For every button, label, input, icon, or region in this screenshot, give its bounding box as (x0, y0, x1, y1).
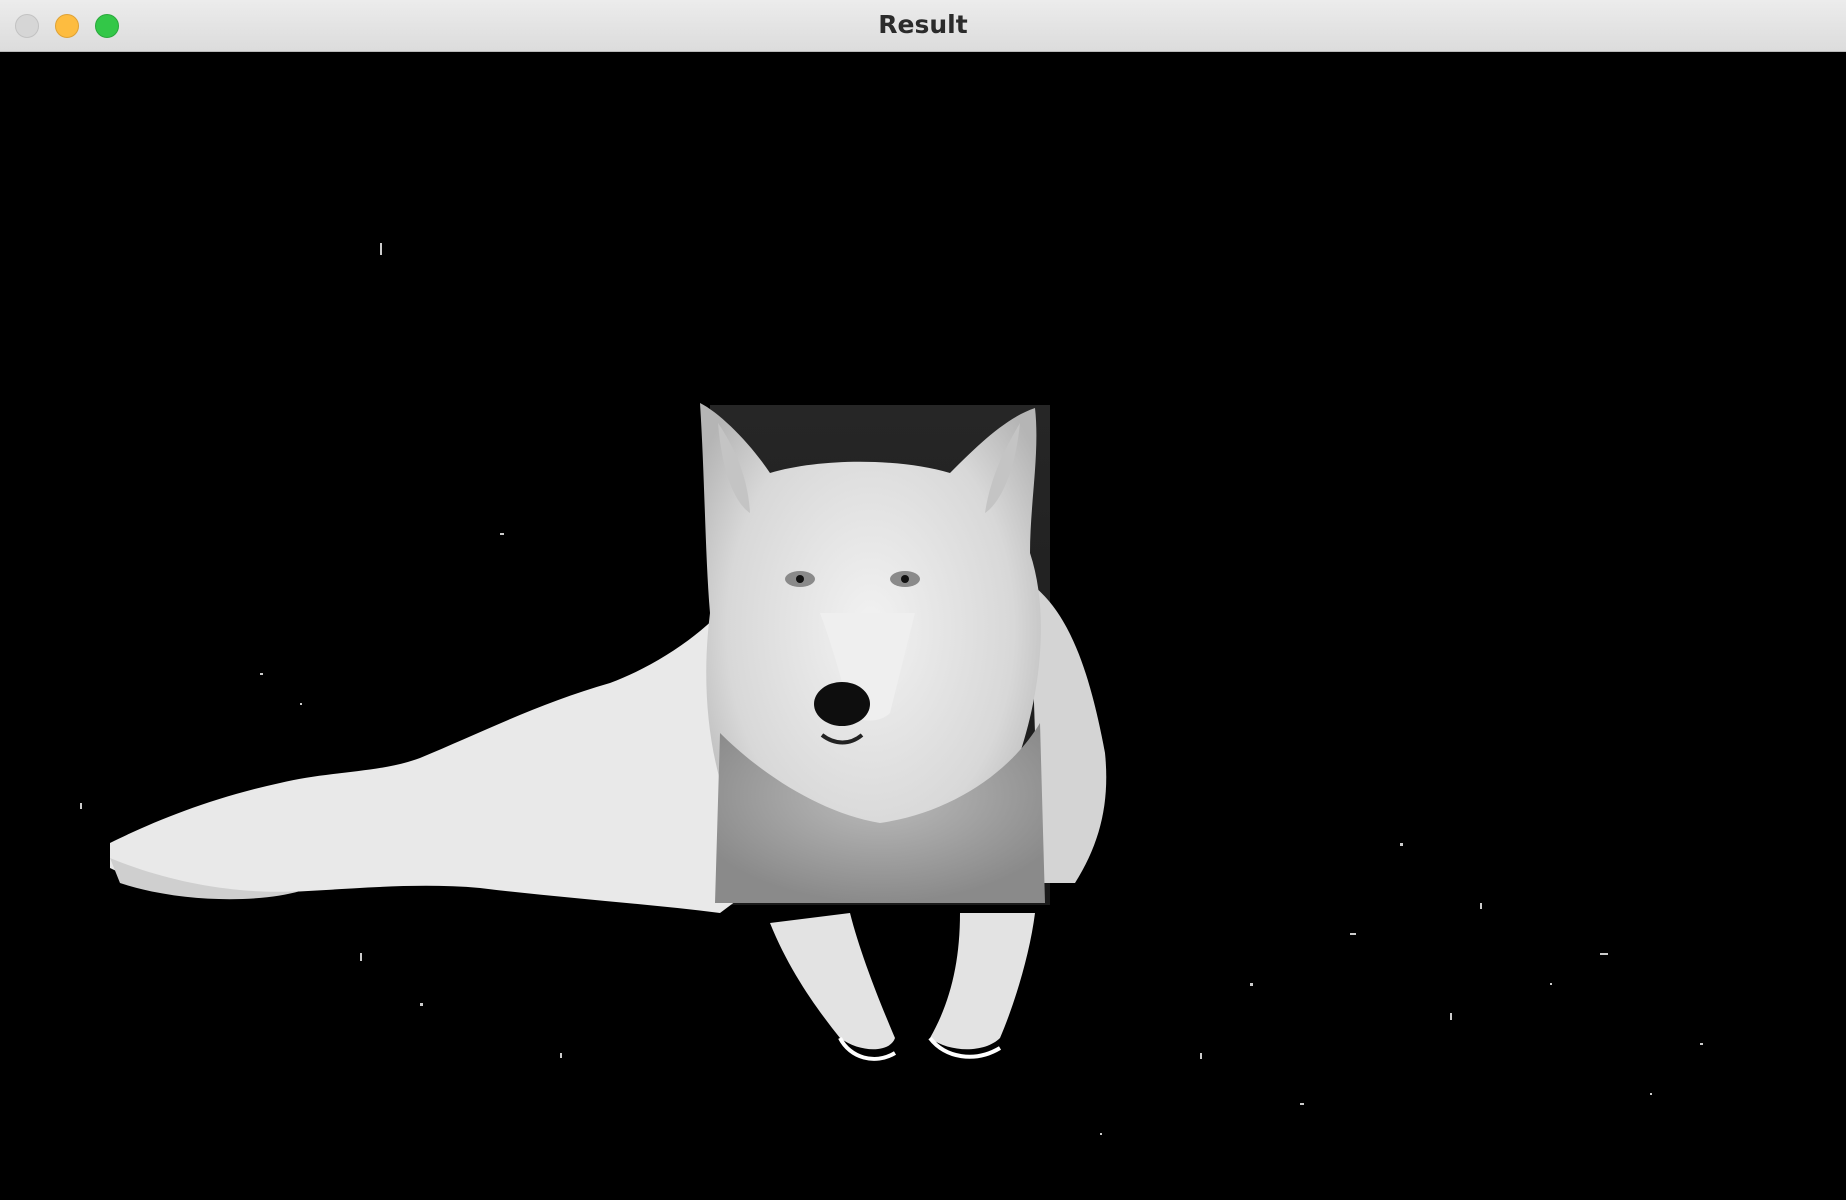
wolf-nose (814, 682, 870, 726)
window-title: Result (878, 10, 968, 39)
image-canvas (0, 53, 1846, 1200)
wolf-body (110, 613, 760, 913)
wolf-image (80, 243, 1703, 1135)
wolf-leg-left (770, 913, 895, 1050)
app-window: Result (0, 0, 1846, 1200)
wolf-leg-right (930, 913, 1035, 1050)
title-bar[interactable]: Result (0, 0, 1846, 52)
